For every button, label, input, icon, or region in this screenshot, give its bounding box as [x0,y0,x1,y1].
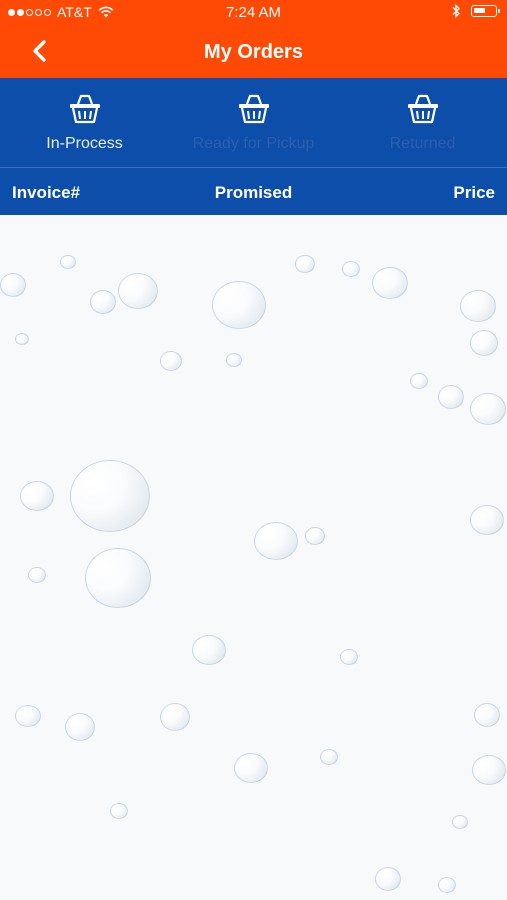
tab-label: Returned [389,135,456,152]
battery-icon [471,5,500,17]
bubble-decoration [160,351,182,371]
bubble-decoration [340,649,358,665]
bubble-decoration [375,867,401,891]
bubble-decoration [160,703,190,731]
bubble-decoration [110,803,128,819]
bubble-decoration [470,505,504,535]
basket-icon [69,94,100,124]
bubble-decoration [410,373,428,389]
bubble-decoration [60,255,76,269]
order-status-tabs: In-Process Ready for Pickup Returned [0,78,507,168]
status-right [451,4,500,18]
bubble-decoration [15,333,29,345]
bubble-decoration [452,815,468,829]
bubble-decoration [0,273,26,297]
orders-list[interactable] [0,215,507,900]
basket-icon [407,94,438,124]
bubble-decoration [234,753,268,783]
bubble-decoration [192,635,226,665]
tab-in-process[interactable]: In-Process [0,78,169,167]
table-header: Invoice# Promised Price [0,168,507,215]
bubble-decoration [226,353,242,367]
bubble-decoration [470,393,506,425]
tab-label: Ready for Pickup [192,135,315,152]
bubble-decoration [65,713,95,741]
bubble-decoration [438,877,456,893]
bubble-decoration [70,460,150,532]
tab-label: In-Process [46,135,123,152]
bubble-decoration [438,385,464,409]
bubble-decoration [474,703,500,727]
bubble-decoration [212,281,266,329]
bubble-decoration [20,481,54,511]
basket-icon [238,94,269,124]
page-title: My Orders [204,41,303,63]
tab-ready-for-pickup[interactable]: Ready for Pickup [169,78,338,167]
column-header-price[interactable]: Price [453,183,495,203]
bubble-decoration [472,755,506,785]
bluetooth-icon [452,4,460,18]
bubble-decoration [305,527,325,545]
nav-bar: My Orders [0,26,507,78]
bubble-decoration [15,705,41,727]
status-bar: AT&T 7:24 AM [0,0,507,26]
column-header-promised[interactable]: Promised [0,183,507,203]
tab-returned[interactable]: Returned [338,78,507,167]
bubble-decoration [320,749,338,765]
top-bar: AT&T 7:24 AM My Orders [0,0,507,78]
bubble-decoration [254,522,298,560]
bubble-decoration [28,567,46,583]
bubble-decoration [118,273,158,309]
bubble-decoration [470,330,498,356]
bubble-decoration [295,255,315,273]
bubble-decoration [85,548,151,608]
bubble-decoration [342,261,360,277]
status-time: 7:24 AM [225,4,282,21]
bubble-decoration [90,290,116,314]
bubble-decoration [372,267,408,299]
bubble-decoration [460,290,496,322]
